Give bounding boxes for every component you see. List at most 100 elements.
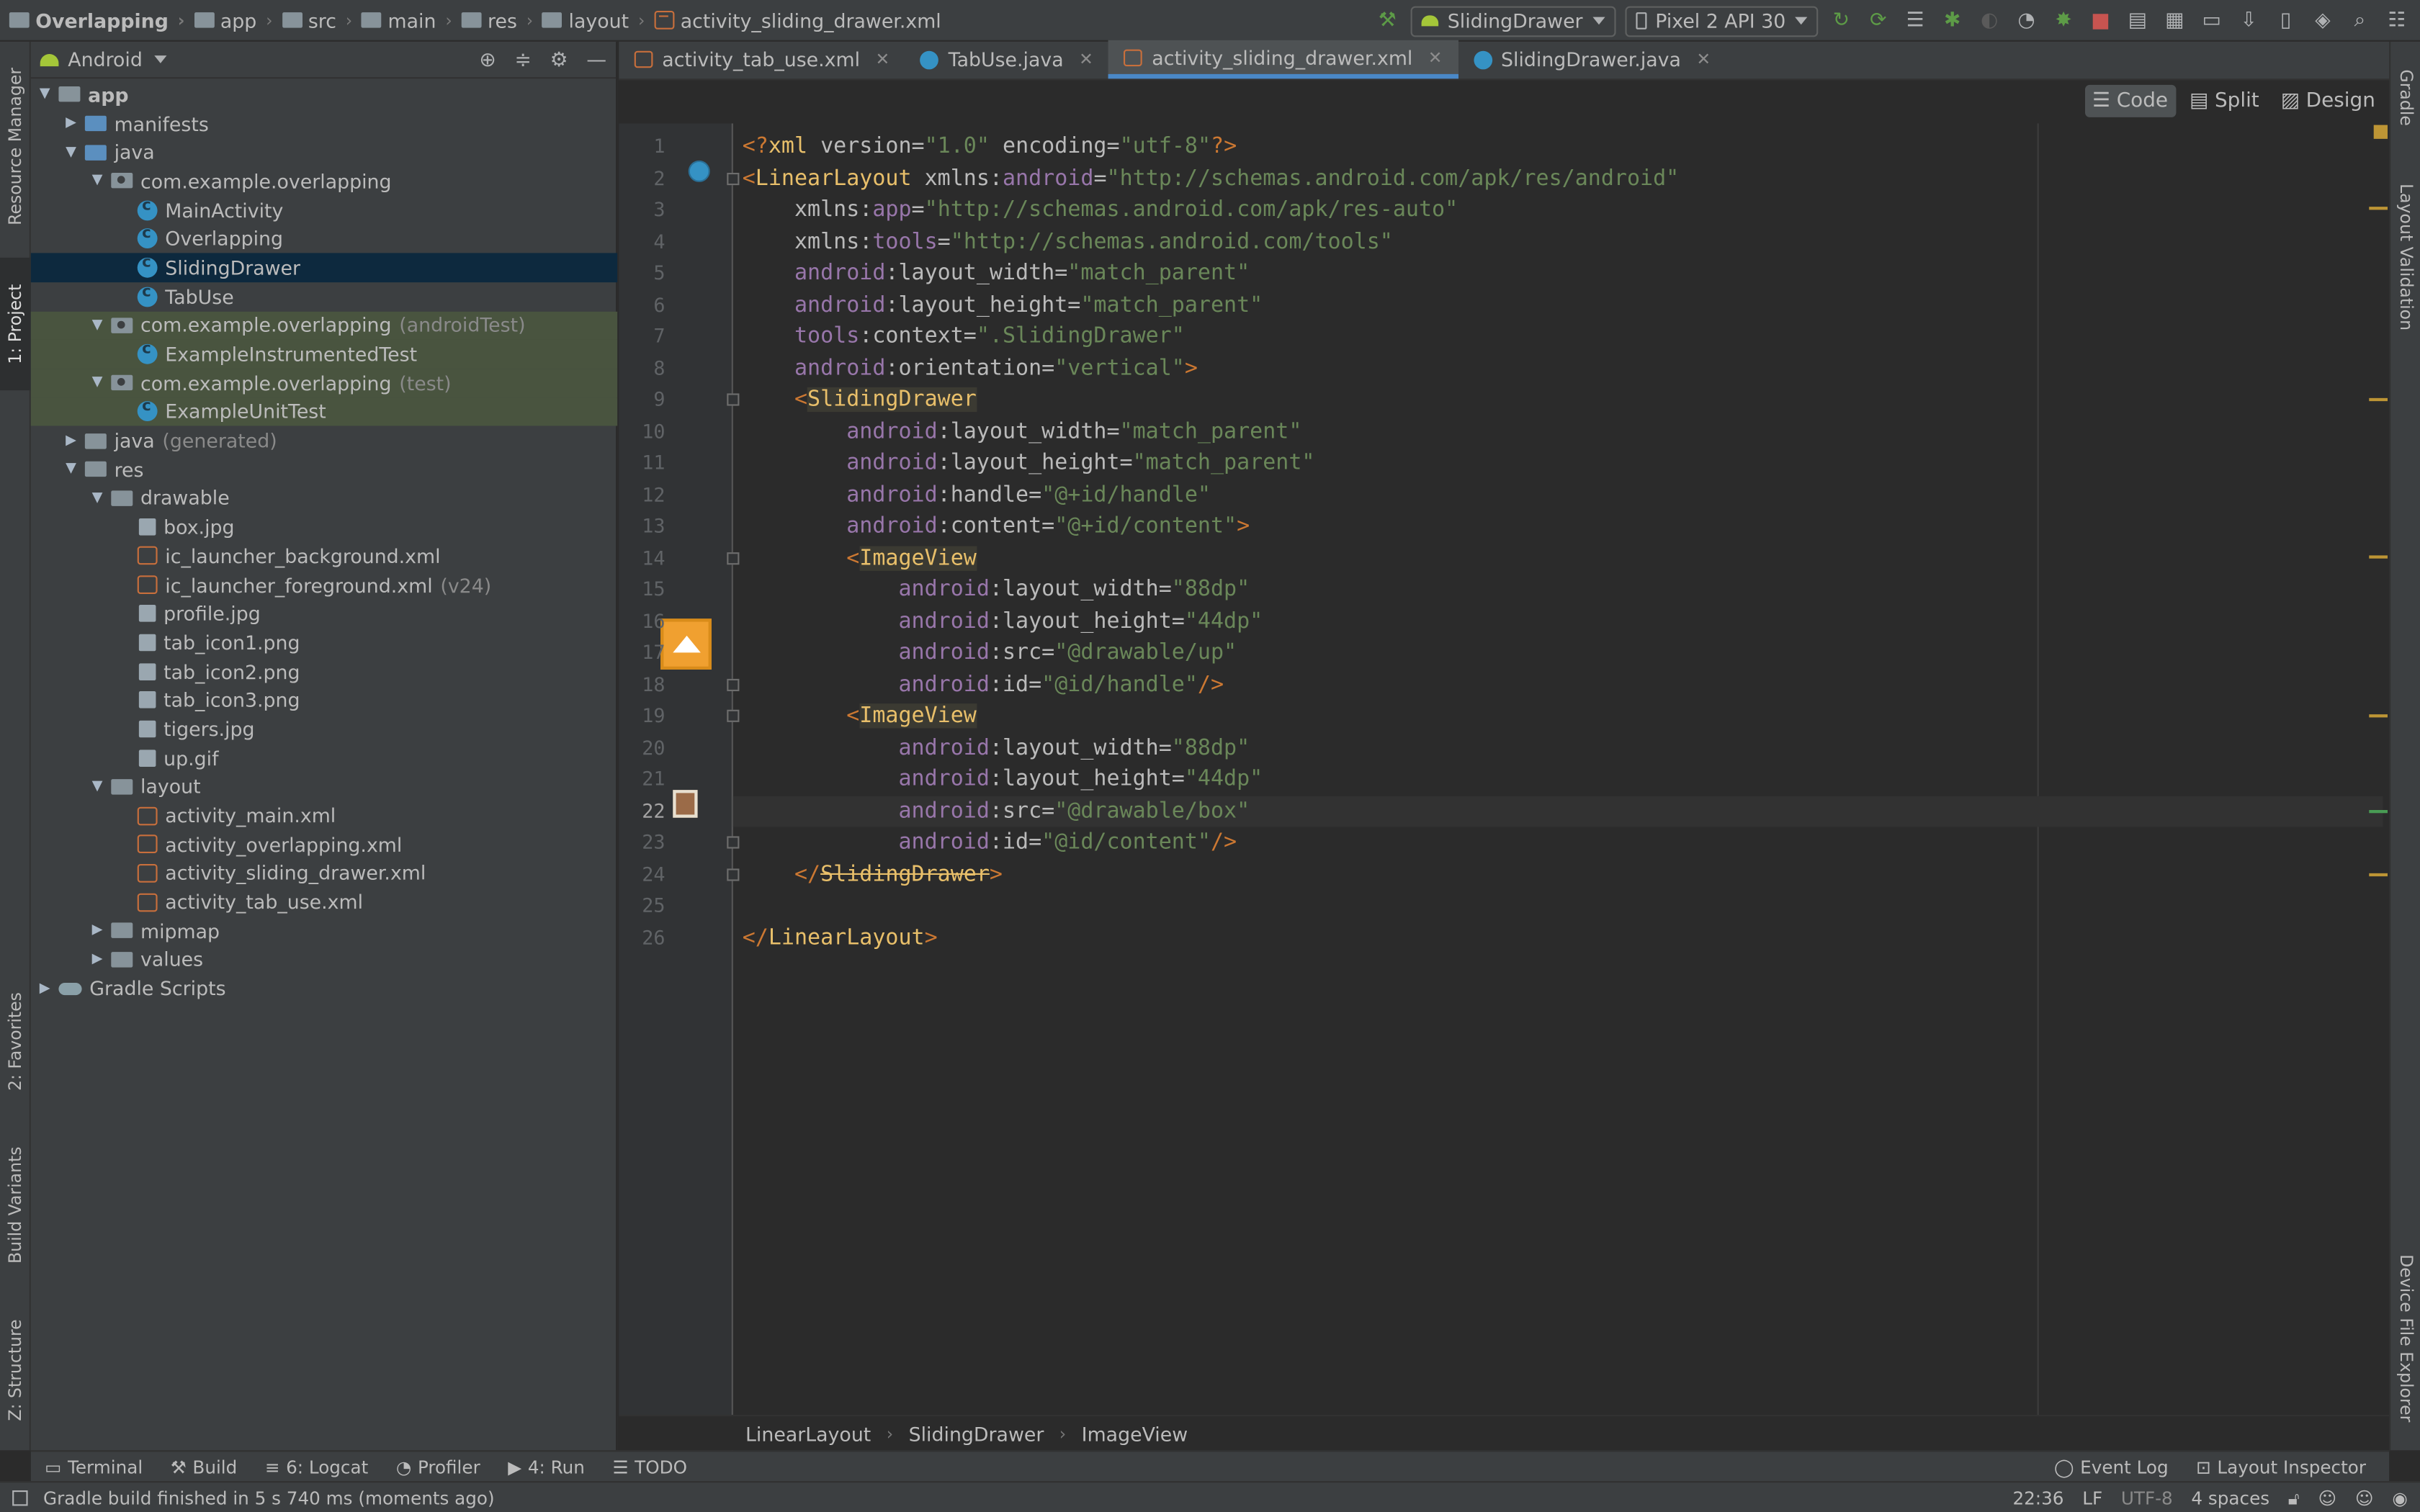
tree-item[interactable]: profile.jpg	[31, 599, 617, 628]
list-icon[interactable]: ☰	[1901, 7, 1930, 35]
smiley-icon[interactable]: ☺	[2318, 1488, 2336, 1509]
tree-item[interactable]: activity_overlapping.xml	[31, 830, 617, 859]
breadcrumb-item[interactable]: activity_sliding_drawer.xml	[654, 9, 941, 32]
tree-item[interactable]: Overlapping	[31, 225, 617, 253]
tree-item[interactable]: ic_launcher_background.xml	[31, 541, 617, 570]
tree-item[interactable]: ▼ drawable	[31, 484, 617, 513]
expand-right-icon[interactable]: ▶	[89, 952, 104, 967]
fold-marker-icon[interactable]	[727, 678, 740, 690]
project-view-select[interactable]: Android	[68, 48, 143, 71]
expand-down-icon[interactable]: ▼	[89, 318, 104, 333]
tree-item[interactable]: activity_tab_use.xml	[31, 888, 617, 917]
device-manager-icon[interactable]: ▯	[2272, 7, 2300, 35]
breadcrumb-item[interactable]: res ›	[461, 9, 542, 32]
breadcrumb-item[interactable]: app ›	[194, 9, 282, 32]
breadcrumb-item[interactable]: layout ›	[542, 9, 654, 32]
tree-item[interactable]: ▶ java (generated)	[31, 426, 617, 455]
collapse-all-icon[interactable]: ≑	[515, 49, 532, 72]
breadcrumb-item[interactable]: main ›	[362, 9, 462, 32]
assistant-icon[interactable]: ◈	[2309, 7, 2337, 35]
fold-marker-icon[interactable]	[727, 552, 740, 564]
run-config-select[interactable]: SlidingDrawer	[1410, 5, 1615, 37]
expand-down-icon[interactable]: ▼	[89, 779, 104, 794]
error-stripe[interactable]	[2369, 123, 2388, 1456]
terminal-tool-button[interactable]: ▭ Terminal	[31, 1451, 157, 1482]
sync-project-icon[interactable]: ▤	[2124, 7, 2152, 35]
file-encoding[interactable]: UTF-8	[2121, 1488, 2173, 1509]
tree-item[interactable]: MainActivity	[31, 196, 617, 225]
editor-breadcrumb-item[interactable]: ImageView	[1082, 1422, 1188, 1445]
logcat-tool-button[interactable]: ≡ 6: Logcat	[251, 1451, 382, 1482]
editor-tab[interactable]: activity_sliding_drawer.xml ✕	[1108, 40, 1458, 79]
tree-item[interactable]: SlidingDrawer	[30, 253, 618, 282]
apply-code-changes-icon[interactable]: ⟳	[1865, 7, 1893, 35]
up-image-preview-icon[interactable]	[660, 618, 712, 670]
device-select[interactable]: Pixel 2 API 30	[1624, 5, 1819, 37]
design-view-button[interactable]: ▨ Design	[2273, 84, 2383, 117]
tree-item[interactable]: box.jpg	[31, 513, 617, 541]
tree-item[interactable]: ▼ app	[31, 80, 617, 109]
tree-item[interactable]: ▼ com.example.overlapping	[31, 167, 617, 196]
fold-marker-icon[interactable]	[727, 171, 740, 185]
tree-item[interactable]: ▶ manifests	[31, 109, 617, 138]
stop-icon[interactable]	[2087, 7, 2115, 35]
locate-icon[interactable]: ⊕	[479, 49, 496, 72]
tree-item[interactable]: ▼ java	[31, 138, 617, 167]
stripe-mark[interactable]	[2369, 810, 2388, 814]
tree-item[interactable]: TabUse	[31, 282, 617, 311]
tab-favorites[interactable]: 2: Favorites	[0, 971, 31, 1112]
tree-item[interactable]: ▼ com.example.overlapping (test)	[30, 368, 618, 397]
stripe-mark[interactable]	[2369, 714, 2388, 718]
close-icon[interactable]: ✕	[1428, 47, 1443, 67]
tree-item[interactable]: up.gif	[31, 743, 617, 772]
sdk-manager-icon[interactable]: ⇩	[2235, 7, 2263, 35]
settings-icon[interactable]: ☷	[2383, 7, 2411, 35]
tree-item[interactable]: ExampleUnitTest	[30, 397, 618, 426]
fold-marker-icon[interactable]	[727, 836, 740, 849]
tree-item[interactable]: ▼ layout	[31, 773, 617, 801]
profiler-icon[interactable]: ◔	[2012, 7, 2040, 35]
stripe-mark[interactable]	[2369, 555, 2388, 559]
expand-right-icon[interactable]: ▶	[89, 923, 104, 938]
expand-down-icon[interactable]: ▼	[89, 174, 104, 189]
expand-right-icon[interactable]: ▶	[63, 116, 79, 131]
hector-icon[interactable]: ☺	[2355, 1488, 2374, 1509]
gear-icon[interactable]: ⚙	[550, 49, 568, 72]
tab-resource-manager[interactable]: Resource Manager	[0, 54, 31, 239]
code-editor[interactable]: <?xml version="1.0" encoding="utf-8"?> <L…	[732, 123, 2383, 1456]
breadcrumb-item[interactable]: src ›	[282, 9, 362, 32]
tab-device-file-explorer[interactable]: Device File Explorer	[2390, 1238, 2420, 1439]
notifications-icon[interactable]: ◉	[2392, 1488, 2408, 1509]
attach-debugger-icon[interactable]: ◐	[1976, 7, 2004, 35]
editor-tab[interactable]: SlidingDrawer.java ✕	[1458, 40, 1726, 79]
box-image-preview-icon[interactable]	[673, 790, 698, 818]
hammer-icon[interactable]: ⚒	[1373, 7, 1402, 35]
tree-item[interactable]: tab_icon1.png	[31, 628, 617, 657]
chevron-down-icon[interactable]	[154, 55, 168, 63]
avd-manager-icon[interactable]: ▭	[2197, 7, 2226, 35]
expand-right-icon[interactable]: ▶	[63, 433, 79, 448]
tree-item[interactable]: activity_main.xml	[31, 801, 617, 830]
close-icon[interactable]: ✕	[875, 50, 889, 70]
tree-item[interactable]: ▶ mipmap	[31, 917, 617, 945]
stripe-mark[interactable]	[2369, 207, 2388, 210]
code-view-button[interactable]: ☰ Code	[2084, 84, 2176, 117]
tree-item[interactable]: ▼ com.example.overlapping (androidTest)	[30, 310, 618, 340]
lock-icon[interactable]: 🔓︎	[2288, 1487, 2300, 1510]
tree-item[interactable]: activity_sliding_drawer.xml	[31, 859, 617, 888]
tab-layout-validation[interactable]: Layout Validation	[2390, 165, 2420, 350]
stripe-mark[interactable]	[2369, 873, 2388, 877]
tree-item[interactable]: ▶ Gradle Scripts	[31, 974, 617, 1003]
fold-marker-icon[interactable]	[727, 868, 740, 881]
expand-down-icon[interactable]: ▼	[89, 490, 104, 505]
stripe-mark[interactable]	[2369, 397, 2388, 402]
todo-tool-button[interactable]: ☰ TODO	[599, 1451, 701, 1482]
tree-item[interactable]: ▼ res	[31, 455, 617, 484]
close-icon[interactable]: ✕	[1079, 50, 1093, 70]
expand-down-icon[interactable]: ▼	[89, 375, 104, 390]
tab-project[interactable]: 1: Project	[0, 257, 31, 391]
attach-icon[interactable]: ✸	[2050, 7, 2078, 35]
status-message[interactable]: Gradle build finished in 5 s 740 ms (mom…	[43, 1487, 495, 1508]
tree-item[interactable]: ic_launcher_foreground.xml (v24)	[31, 570, 617, 599]
build-tool-button[interactable]: ⚒ Build	[156, 1451, 251, 1482]
